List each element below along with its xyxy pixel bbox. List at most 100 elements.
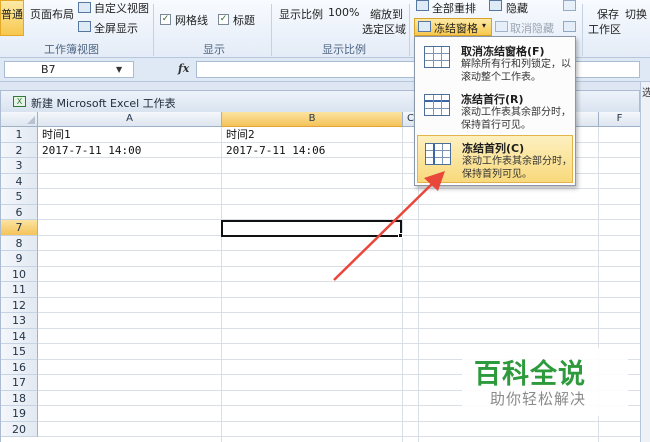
- ribbon-divider: [271, 4, 272, 56]
- column-gridline: [402, 127, 403, 442]
- row-header-14[interactable]: 14: [1, 328, 38, 344]
- column-header-b[interactable]: B: [222, 112, 403, 127]
- chevron-down-icon: ▾: [482, 21, 487, 30]
- menu-item-unfreeze-panes[interactable]: 取消冻结窗格(F) 解除所有行和列锁定，以滚动整个工作表。: [417, 39, 573, 87]
- row-gridline: [38, 312, 640, 313]
- name-box[interactable]: B7: [4, 61, 134, 78]
- unhide-button[interactable]: 取消隐藏: [510, 20, 554, 36]
- row-header-7[interactable]: 7: [1, 220, 38, 236]
- reset-window-position-icon[interactable]: [563, 21, 576, 32]
- show-group-label: 显示: [203, 43, 225, 56]
- gridlines-label: 网格线: [175, 14, 208, 27]
- freeze-panes-icon: [418, 21, 431, 32]
- menu-item-title: 取消冻结窗格(F): [461, 45, 545, 58]
- row-header-11[interactable]: 11: [1, 282, 38, 298]
- fullscreen-icon: [78, 21, 91, 32]
- selected-cell-b7[interactable]: [221, 220, 402, 237]
- page-layout-button[interactable]: 页面布局: [30, 6, 74, 22]
- save-workspace-label-line2[interactable]: 工作区: [588, 21, 621, 37]
- headings-label: 标题: [233, 14, 255, 27]
- cell-b1[interactable]: 时间2: [222, 127, 255, 142]
- column-header-a[interactable]: A: [38, 112, 222, 127]
- row-gridline: [38, 296, 640, 298]
- menu-item-title: 冻结首列(C): [462, 142, 525, 155]
- row-header-17[interactable]: 17: [1, 375, 38, 391]
- row-header-15[interactable]: 15: [1, 344, 38, 360]
- row-gridline: [38, 203, 640, 205]
- freeze-first-column-icon: [425, 143, 451, 165]
- row-header-19[interactable]: 19: [1, 406, 38, 422]
- unhide-icon: [495, 21, 508, 32]
- hide-icon: [489, 0, 502, 11]
- side-pane-text: 选: [642, 88, 650, 99]
- side-pane: 选: [640, 82, 650, 442]
- row-header-5[interactable]: 5: [1, 189, 38, 205]
- row-gridline: [38, 327, 640, 329]
- row-header-8[interactable]: 8: [1, 235, 38, 251]
- freeze-top-row-icon: [424, 94, 450, 116]
- row-gridline: [38, 188, 640, 189]
- zoom-group-label: 显示比例: [322, 43, 366, 56]
- unfreeze-panes-icon: [424, 46, 450, 68]
- insert-function-icon[interactable]: fx: [178, 62, 189, 75]
- row-gridline: [38, 436, 640, 437]
- row-header-13[interactable]: 13: [1, 313, 38, 329]
- view-side-by-side-icon[interactable]: [563, 0, 576, 11]
- workbook-title: 新建 Microsoft Excel 工作表: [31, 97, 176, 110]
- switch-window-button[interactable]: 切换: [625, 6, 647, 22]
- menu-item-description: 解除所有行和列锁定，以滚动整个工作表。: [461, 59, 571, 83]
- freeze-panes-menu: 取消冻结窗格(F) 解除所有行和列锁定，以滚动整个工作表。 冻结首行(R) 滚动…: [414, 36, 576, 186]
- row-header-3[interactable]: 3: [1, 158, 38, 174]
- column-header-f[interactable]: F: [599, 112, 640, 127]
- row-header-18[interactable]: 18: [1, 390, 38, 406]
- row-gridline: [38, 281, 640, 282]
- zoom-to-selection-line2[interactable]: 选定区域: [362, 21, 406, 37]
- row-header-10[interactable]: 10: [1, 266, 38, 282]
- arrange-all-button[interactable]: 全部重排: [432, 0, 476, 16]
- row-header-9[interactable]: 9: [1, 251, 38, 267]
- menu-item-freeze-first-column[interactable]: 冻结首列(C) 滚动工作表其余部分时，保持首列可见。: [417, 135, 573, 183]
- watermark-title: 百科全说: [474, 359, 586, 390]
- custom-view-button[interactable]: 自定义视图: [94, 0, 149, 16]
- menu-item-description: 滚动工作表其余部分时，保持首列可见。: [462, 156, 572, 180]
- row-gridline: [38, 420, 640, 422]
- row-header-4[interactable]: 4: [1, 173, 38, 189]
- freeze-panes-label: 冻结窗格: [434, 22, 478, 35]
- menu-item-title: 冻结首行(R): [461, 93, 524, 106]
- save-workspace-label-line1[interactable]: 保存: [597, 6, 619, 22]
- ribbon-divider: [153, 4, 154, 56]
- watermark-subtitle: 助你轻松解决: [490, 390, 587, 408]
- row-header-1[interactable]: 1: [1, 127, 38, 143]
- ribbon-divider: [409, 4, 410, 56]
- zoom-button[interactable]: 显示比例: [279, 6, 323, 22]
- cell-b2[interactable]: 2017-7-11 14:06: [222, 143, 325, 158]
- select-all-button[interactable]: [1, 112, 38, 127]
- row-gridline: [38, 343, 640, 344]
- workbook-views-group-label: 工作簿视图: [44, 43, 99, 56]
- ribbon-divider: [582, 4, 583, 56]
- fullscreen-button[interactable]: 全屏显示: [94, 20, 138, 36]
- column-gridline: [221, 127, 222, 442]
- row-gridline: [38, 265, 640, 267]
- row-gridline: [38, 250, 640, 251]
- cell-a2[interactable]: 2017-7-11 14:00: [38, 143, 141, 158]
- chevron-down-icon[interactable]: ▼: [116, 65, 122, 74]
- row-header-6[interactable]: 6: [1, 204, 38, 220]
- freeze-panes-button[interactable]: 冻结窗格 ▾: [414, 18, 492, 36]
- gridlines-checkbox[interactable]: ✓: [160, 14, 171, 25]
- zoom-to-selection-line1[interactable]: 缩放到: [370, 6, 403, 22]
- excel-icon: X: [13, 96, 26, 107]
- watermark: 百科全说 助你轻松解决: [462, 348, 628, 416]
- menu-item-description: 滚动工作表其余部分时，保持首行可见。: [461, 107, 571, 131]
- normal-view-label: 普通: [1, 8, 23, 21]
- cell-a1[interactable]: 时间1: [38, 127, 71, 142]
- hide-button[interactable]: 隐藏: [506, 0, 528, 16]
- row-header-20[interactable]: 20: [1, 421, 38, 437]
- row-header-16[interactable]: 16: [1, 359, 38, 375]
- fill-handle[interactable]: [398, 233, 403, 238]
- menu-item-freeze-top-row[interactable]: 冻结首行(R) 滚动工作表其余部分时，保持首行可见。: [417, 87, 573, 135]
- row-header-12[interactable]: 12: [1, 297, 38, 313]
- row-header-2[interactable]: 2: [1, 142, 38, 158]
- zoom-100-button[interactable]: 100%: [328, 6, 359, 19]
- headings-checkbox[interactable]: ✓: [218, 14, 229, 25]
